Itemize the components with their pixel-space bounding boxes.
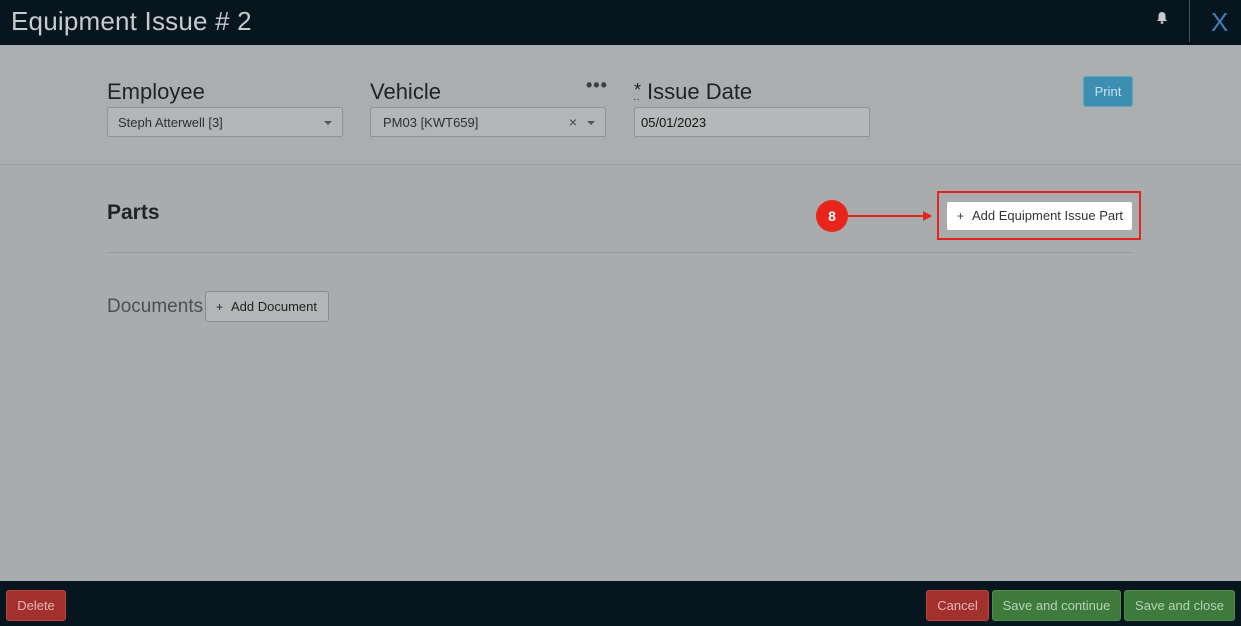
issue-date-label: Issue Date [647, 79, 753, 104]
plus-icon: + [957, 209, 965, 223]
annotation-arrow-head [923, 211, 932, 221]
add-document-button[interactable]: + Add Document [205, 291, 329, 322]
vehicle-value: PM03 [KWT659] [383, 115, 479, 130]
employee-select[interactable]: Steph Atterwell [3] [107, 107, 343, 137]
save-and-close-button[interactable]: Save and close [1124, 590, 1235, 621]
more-options-icon[interactable]: ••• [586, 75, 608, 96]
documents-label: Documents [107, 296, 204, 317]
close-icon[interactable]: X [1211, 7, 1228, 38]
vehicle-select[interactable]: PM03 [KWT659] × [370, 107, 606, 137]
parts-title: Parts [107, 201, 160, 224]
vehicle-label: Vehicle [370, 79, 441, 104]
add-equipment-issue-part-button[interactable]: + Add Equipment Issue Part [946, 201, 1133, 231]
title-bar: Equipment Issue # 2 X [0, 0, 1241, 45]
add-part-label: Add Equipment Issue Part [972, 208, 1124, 223]
header-panel [0, 45, 1241, 165]
page-title: Equipment Issue # 2 [11, 6, 252, 36]
step-badge: 8 [816, 200, 848, 232]
save-and-continue-button[interactable]: Save and continue [992, 590, 1121, 621]
plus-icon: + [216, 300, 224, 314]
bell-icon[interactable] [1154, 10, 1170, 26]
add-document-label: Add Document [231, 299, 318, 314]
cancel-button[interactable]: Cancel [926, 590, 989, 621]
chevron-down-icon [587, 121, 595, 125]
clear-icon[interactable]: × [569, 114, 577, 130]
chevron-down-icon [324, 121, 332, 125]
title-divider [1189, 0, 1190, 42]
print-button[interactable]: Print [1083, 76, 1133, 107]
section-divider [107, 252, 1133, 253]
annotation-arrow [848, 215, 924, 217]
issue-date-input[interactable]: 05/01/2023 [634, 107, 870, 137]
employee-value: Steph Atterwell [3] [118, 115, 223, 130]
employee-label: Employee [107, 79, 205, 104]
required-dots: ·· [633, 94, 640, 105]
footer-bar: Delete Cancel Save and continue Save and… [0, 581, 1241, 626]
delete-button[interactable]: Delete [6, 590, 66, 621]
